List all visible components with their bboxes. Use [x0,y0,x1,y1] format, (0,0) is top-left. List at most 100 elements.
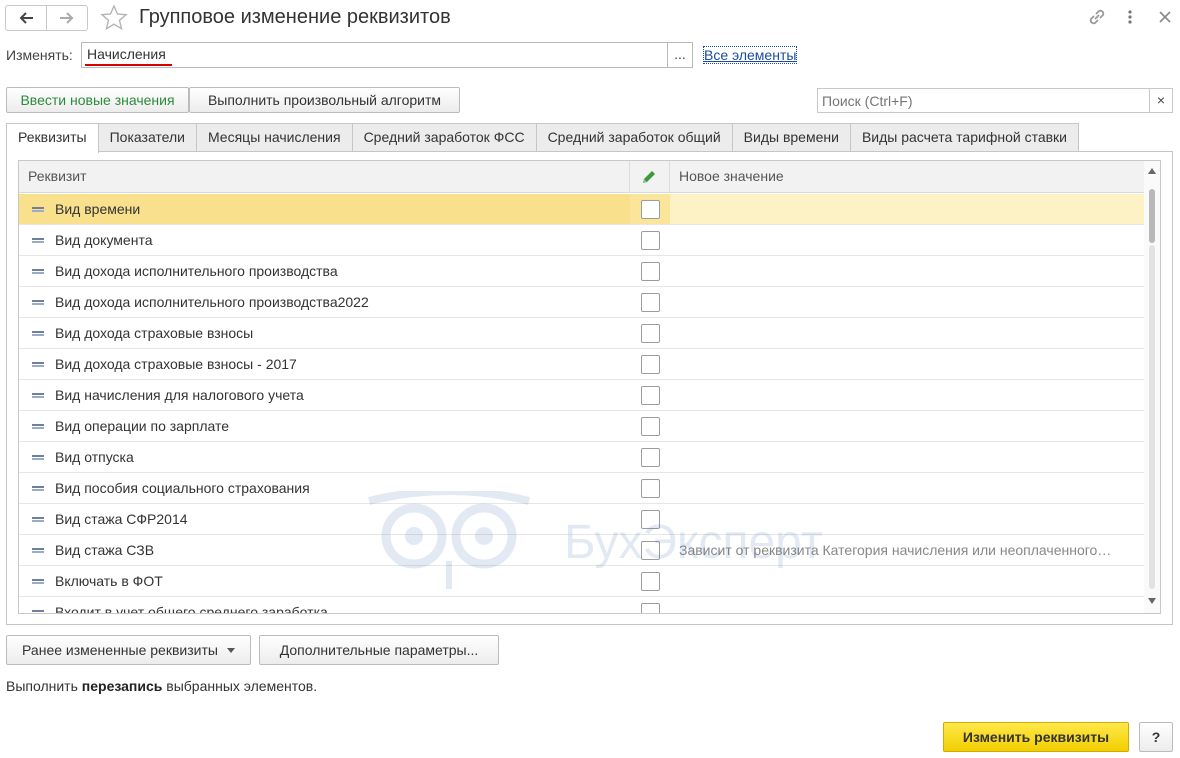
attribute-cell[interactable]: Вид начисления для налогового учета [19,380,630,410]
tab-fss-average-earnings[interactable]: Средний заработок ФСС [351,123,537,152]
table-row[interactable]: Вид стажа СЗВ Зависит от реквизита Катего… [19,535,1144,566]
new-value-cell[interactable] [670,504,1144,534]
table-row[interactable]: Включать в ФОТ [19,566,1144,597]
hint-bold[interactable]: перезапись [82,678,163,694]
change-label: Изменять: [6,47,73,63]
attribute-cell[interactable]: Вид стажа СЗВ [19,535,630,565]
change-checkbox[interactable] [640,509,660,529]
more-vertical-icon[interactable] [1127,7,1133,30]
column-edit[interactable] [630,161,670,193]
attribute-cell[interactable]: Вид документа [19,225,630,255]
new-value-cell[interactable] [670,256,1144,286]
new-value-cell[interactable] [670,318,1144,348]
table-header: Реквизит Новое значение [19,161,1144,193]
change-checkbox[interactable] [640,571,660,591]
table-row[interactable]: Вид отпуска [19,442,1144,473]
attribute-name: Вид дохода исполнительного производства [55,263,338,279]
change-object-field[interactable]: Начисления [81,42,668,68]
previously-changed-button[interactable]: Ранее измененные реквизиты [6,635,251,665]
table-row[interactable]: Вид дохода страховые взносы - 2017 [19,349,1144,380]
change-checkbox[interactable] [640,540,660,560]
change-checkbox[interactable] [640,323,660,343]
table-row[interactable]: Вид стажа СФР2014 [19,504,1144,535]
table-row[interactable]: Вид дохода страховые взносы [19,318,1144,349]
link-icon[interactable] [1087,7,1107,30]
attributes-table[interactable]: Реквизит Новое значение Вид времени Вид д… [18,160,1161,614]
hint-prefix: Выполнить [6,678,82,694]
new-value-cell[interactable]: Зависит от реквизита Категория начислени… [670,535,1144,565]
favorite-star-icon[interactable] [100,4,128,35]
search-input[interactable] [817,88,1150,113]
change-checkbox[interactable] [640,292,660,312]
change-checkbox[interactable] [640,447,660,467]
scroll-down-icon[interactable] [1148,598,1156,604]
attribute-cell[interactable]: Вид дохода исполнительного производства2… [19,287,630,317]
run-algorithm-button[interactable]: Выполнить произвольный алгоритм [189,87,460,113]
change-checkbox[interactable] [640,602,660,613]
close-icon[interactable] [1158,7,1172,30]
attribute-cell[interactable]: Вид дохода исполнительного производства [19,256,630,286]
new-value-cell[interactable] [670,349,1144,379]
select-object-button[interactable]: ... [668,42,693,68]
table-row[interactable]: Вид дохода исполнительного производства2… [19,287,1144,318]
attribute-cell[interactable]: Вид пособия социального страхования [19,473,630,503]
tab-tariff-rate-types[interactable]: Виды расчета тарифной ставки [849,123,1079,152]
table-row[interactable]: Вид документа [19,225,1144,256]
change-checkbox[interactable] [640,354,660,374]
scroll-track[interactable] [1149,245,1155,589]
new-value-cell[interactable] [670,411,1144,441]
forward-button[interactable] [46,5,88,31]
attribute-cell[interactable]: Вид отпуска [19,442,630,472]
tab-indicators[interactable]: Показатели [97,123,197,152]
attribute-cell[interactable]: Входит в учет общего среднего заработка [19,597,630,613]
additional-params-button[interactable]: Дополнительные параметры... [259,635,499,665]
all-elements-link[interactable]: Все элементы [702,46,798,64]
attribute-cell[interactable]: Включать в ФОТ [19,566,630,596]
tab-attributes[interactable]: Реквизиты [6,123,99,153]
change-attributes-button[interactable]: Изменить реквизиты [943,722,1129,752]
new-value-cell[interactable] [670,287,1144,317]
pencil-icon [643,171,655,183]
tab-accrual-months[interactable]: Месяцы начисления [195,123,353,152]
scroll-up-icon[interactable] [1148,168,1156,174]
attribute-icon [32,609,44,613]
checkbox-cell [630,318,670,348]
new-value-cell[interactable] [670,473,1144,503]
new-value-cell[interactable] [670,380,1144,410]
change-checkbox[interactable] [640,385,660,405]
table-row[interactable]: Вид начисления для налогового учета [19,380,1144,411]
help-button[interactable]: ? [1139,722,1173,752]
attribute-name: Вид времени [55,201,141,217]
scroll-thumb[interactable] [1149,189,1155,243]
new-value-cell[interactable] [670,597,1144,613]
change-checkbox[interactable] [640,416,660,436]
column-new-value[interactable]: Новое значение [670,161,1144,193]
new-value-cell[interactable] [670,442,1144,472]
attribute-icon [32,423,44,429]
new-value-cell[interactable] [670,225,1144,255]
change-checkbox[interactable] [640,230,660,250]
attribute-icon [32,392,44,398]
table-row[interactable]: Вид пособия социального страхования [19,473,1144,504]
table-row[interactable]: Вид операции по зарплате [19,411,1144,442]
new-value-cell[interactable] [670,566,1144,596]
attribute-cell[interactable]: Вид времени [19,194,630,224]
enter-new-values-button[interactable]: Ввести новые значения [6,87,189,113]
attribute-cell[interactable]: Вид дохода страховые взносы [19,318,630,348]
column-attribute[interactable]: Реквизит [19,161,630,193]
change-checkbox[interactable] [640,199,660,219]
attribute-cell[interactable]: Вид стажа СФР2014 [19,504,630,534]
search-clear-button[interactable]: × [1149,88,1173,113]
change-checkbox[interactable] [640,261,660,281]
tab-time-types[interactable]: Виды времени [731,123,851,152]
new-value-cell[interactable] [670,194,1144,224]
table-scrollbar[interactable] [1144,161,1160,613]
back-button[interactable] [5,5,47,31]
attribute-cell[interactable]: Вид дохода страховые взносы - 2017 [19,349,630,379]
attribute-cell[interactable]: Вид операции по зарплате [19,411,630,441]
table-row[interactable]: Вид дохода исполнительного производства [19,256,1144,287]
table-row[interactable]: Входит в учет общего среднего заработка [19,597,1144,613]
change-checkbox[interactable] [640,478,660,498]
tab-general-average-earnings[interactable]: Средний заработок общий [535,123,733,152]
table-row[interactable]: Вид времени [19,194,1144,225]
